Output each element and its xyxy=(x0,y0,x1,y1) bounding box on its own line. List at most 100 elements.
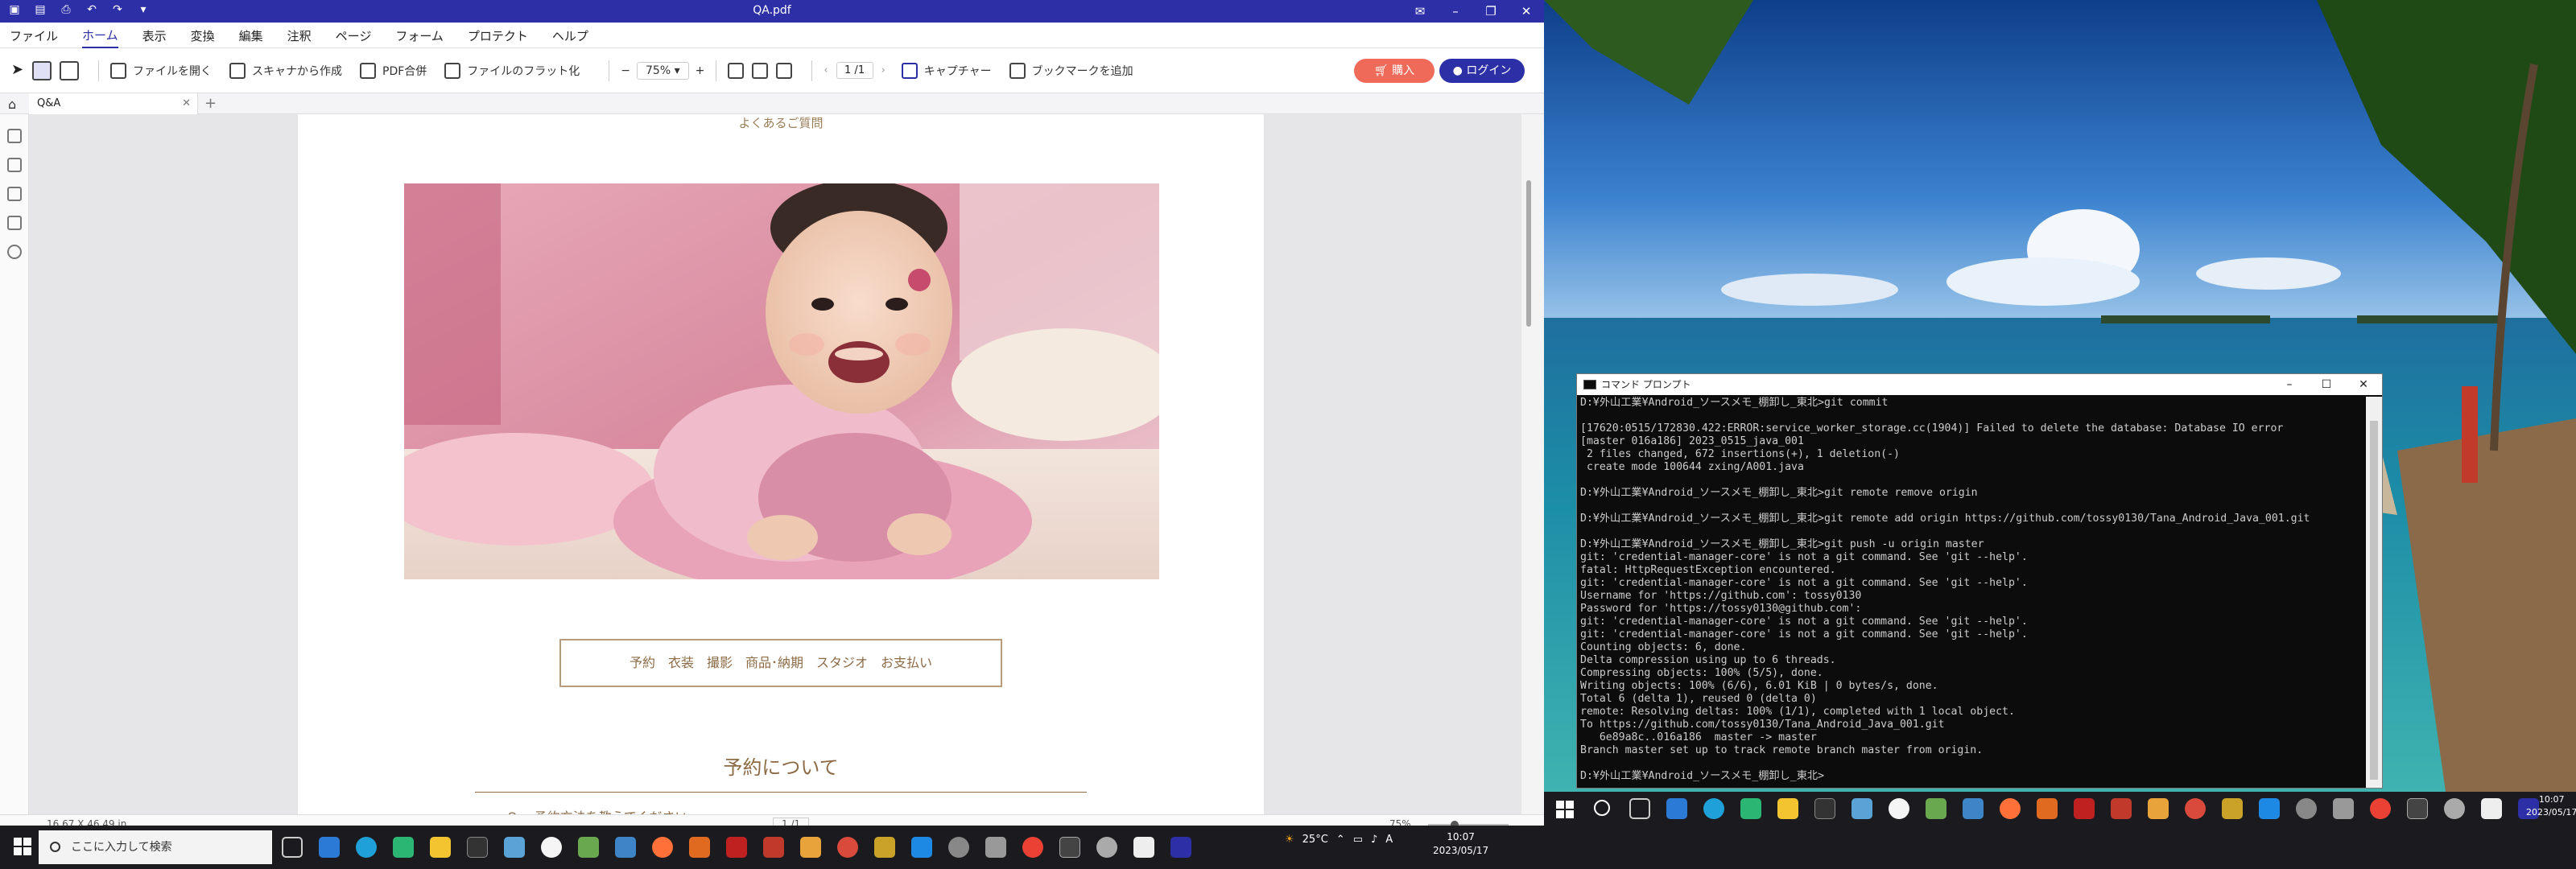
app-icon[interactable] xyxy=(985,837,1006,858)
close-button[interactable]: ✕ xyxy=(1509,0,1544,23)
cmd-scrollbar[interactable] xyxy=(2366,397,2382,788)
cmd-output[interactable]: D:¥外山工業¥Android_ソースメモ_棚卸し_東北>git commit … xyxy=(1580,397,2363,786)
document-scrollbar[interactable] xyxy=(1521,114,1544,814)
app-icon[interactable] xyxy=(763,837,784,858)
filezilla-icon[interactable] xyxy=(2074,798,2095,819)
app-icon[interactable] xyxy=(578,837,599,858)
vscode-icon[interactable] xyxy=(911,837,932,858)
weather-icon[interactable]: ☀ xyxy=(1285,834,1294,846)
restore-button[interactable]: ❐ xyxy=(1473,0,1509,23)
menu-form[interactable]: フォーム xyxy=(395,24,444,47)
hand-tool-icon[interactable] xyxy=(32,60,52,80)
login-button[interactable]: ● ログイン xyxy=(1439,59,1525,83)
scrollbar-thumb[interactable] xyxy=(1526,180,1531,327)
thumbnail-icon[interactable] xyxy=(6,129,22,143)
app-icon[interactable] xyxy=(393,837,414,858)
app-icon[interactable] xyxy=(1096,837,1117,858)
menu-view[interactable]: 表示 xyxy=(142,24,167,47)
scan-create-button[interactable]: スキャナから作成 xyxy=(229,62,342,79)
menu-comment[interactable]: 注釈 xyxy=(287,24,312,47)
pdf-merge-button[interactable]: PDF合併 xyxy=(360,62,427,79)
weather-temp[interactable]: 25°C xyxy=(1302,834,1328,846)
terminal-icon[interactable] xyxy=(467,837,488,858)
vscode-icon[interactable] xyxy=(2259,798,2280,819)
app-icon[interactable] xyxy=(504,837,525,858)
prev-page-button[interactable]: ‹ xyxy=(824,64,828,76)
file-explorer-icon[interactable] xyxy=(430,837,451,858)
buy-button[interactable]: 🛒︎ 購入 xyxy=(1354,59,1435,83)
start-button-right[interactable] xyxy=(1555,800,1575,819)
search-icon[interactable] xyxy=(1594,800,1610,816)
cmd-maximize-button[interactable]: ☐ xyxy=(2308,374,2345,395)
app-icon[interactable] xyxy=(1740,798,1761,819)
filezilla-icon[interactable] xyxy=(726,837,747,858)
ime-icon[interactable]: A xyxy=(1385,834,1393,846)
app-icon[interactable] xyxy=(1059,837,1080,858)
edit-tool-icon[interactable] xyxy=(60,60,79,80)
terminal-icon[interactable] xyxy=(1814,798,1835,819)
capture-button[interactable]: キャプチャー xyxy=(901,62,992,79)
flatten-button[interactable]: ファイルのフラット化 xyxy=(444,62,580,79)
app-icon[interactable] xyxy=(2296,798,2317,819)
document-view[interactable]: よくあるご質問 予約 衣装 撮影 商品･納期 スタジオ お支払い 予約について xyxy=(29,114,1544,814)
task-view-icon[interactable] xyxy=(282,837,303,858)
attachment-icon[interactable] xyxy=(6,216,22,230)
app-icon[interactable] xyxy=(2037,798,2058,819)
menu-page[interactable]: ページ xyxy=(336,24,372,47)
app-icon[interactable] xyxy=(1666,798,1687,819)
open-file-button[interactable]: ファイルを開く xyxy=(110,62,212,79)
select-cursor-icon[interactable]: ➤ xyxy=(11,61,24,80)
firefox-icon[interactable] xyxy=(2000,798,2021,819)
app-icon[interactable] xyxy=(2222,798,2243,819)
add-bookmark-button[interactable]: ブックマークを追加 xyxy=(1009,62,1133,79)
app-icon[interactable] xyxy=(837,837,858,858)
chrome-icon[interactable] xyxy=(1022,837,1043,858)
app-icon[interactable] xyxy=(2185,798,2206,819)
cmd-title-bar[interactable]: コマンド プロンプト – ☐ ✕ xyxy=(1577,374,2382,395)
fit-width-icon[interactable] xyxy=(728,62,745,79)
task-view-icon[interactable] xyxy=(1629,798,1650,819)
taskbar-clock-right[interactable]: 10:07 2023/05/17 xyxy=(2526,793,2576,819)
app-icon[interactable] xyxy=(800,837,821,858)
chrome-icon[interactable] xyxy=(2370,798,2391,819)
cmd-close-button[interactable]: ✕ xyxy=(2345,374,2382,395)
actual-size-icon[interactable] xyxy=(776,62,793,79)
app-icon[interactable] xyxy=(2333,798,2354,819)
file-explorer-icon[interactable] xyxy=(1777,798,1798,819)
feedback-icon[interactable]: ✉ xyxy=(1402,0,1438,23)
start-button[interactable] xyxy=(13,837,32,856)
chevron-up-icon[interactable]: ⌃ xyxy=(1336,834,1345,846)
cmd-minimize-button[interactable]: – xyxy=(2271,374,2308,395)
page-number-input[interactable]: 1 /1 xyxy=(836,62,873,79)
cmd-scrollbar-thumb[interactable] xyxy=(2370,421,2378,780)
taskbar-search-box[interactable]: ここに入力して検索 xyxy=(39,830,272,864)
menu-edit[interactable]: 編集 xyxy=(239,24,263,47)
minimize-button[interactable]: – xyxy=(1438,0,1473,23)
firefox-icon[interactable] xyxy=(652,837,673,858)
zoom-in-button[interactable]: + xyxy=(696,64,705,77)
edge-icon[interactable] xyxy=(1703,798,1724,819)
menu-protect[interactable]: プロテクト xyxy=(468,24,528,47)
qr-icon[interactable] xyxy=(2481,798,2502,819)
zoom-select[interactable]: 75% ▾ xyxy=(637,61,689,80)
fit-page-icon[interactable] xyxy=(752,62,769,79)
menu-convert[interactable]: 変換 xyxy=(191,24,215,47)
app-icon[interactable] xyxy=(874,837,895,858)
qr-icon[interactable] xyxy=(1133,837,1154,858)
app-icon[interactable] xyxy=(319,837,340,858)
menu-help[interactable]: ヘルプ xyxy=(552,24,588,47)
app-icon[interactable] xyxy=(2444,798,2465,819)
taskbar-clock-left[interactable]: 10:07 2023/05/17 xyxy=(1433,830,1488,858)
search-panel-icon[interactable] xyxy=(6,245,22,259)
app-icon[interactable] xyxy=(1963,798,1984,819)
app-icon[interactable] xyxy=(948,837,969,858)
document-tab[interactable]: Q&A ✕ xyxy=(29,93,198,114)
bookmark-panel-icon[interactable] xyxy=(6,158,22,172)
volume-icon[interactable]: ♪ xyxy=(1371,834,1377,846)
command-prompt-window[interactable]: コマンド プロンプト – ☐ ✕ D:¥外山工業¥Android_ソースメモ_棚… xyxy=(1576,373,2383,789)
app-icon[interactable] xyxy=(2148,798,2169,819)
app-icon[interactable] xyxy=(541,837,562,858)
new-tab-button[interactable]: + xyxy=(204,95,217,112)
app-icon[interactable] xyxy=(1889,798,1909,819)
app-icon[interactable] xyxy=(689,837,710,858)
